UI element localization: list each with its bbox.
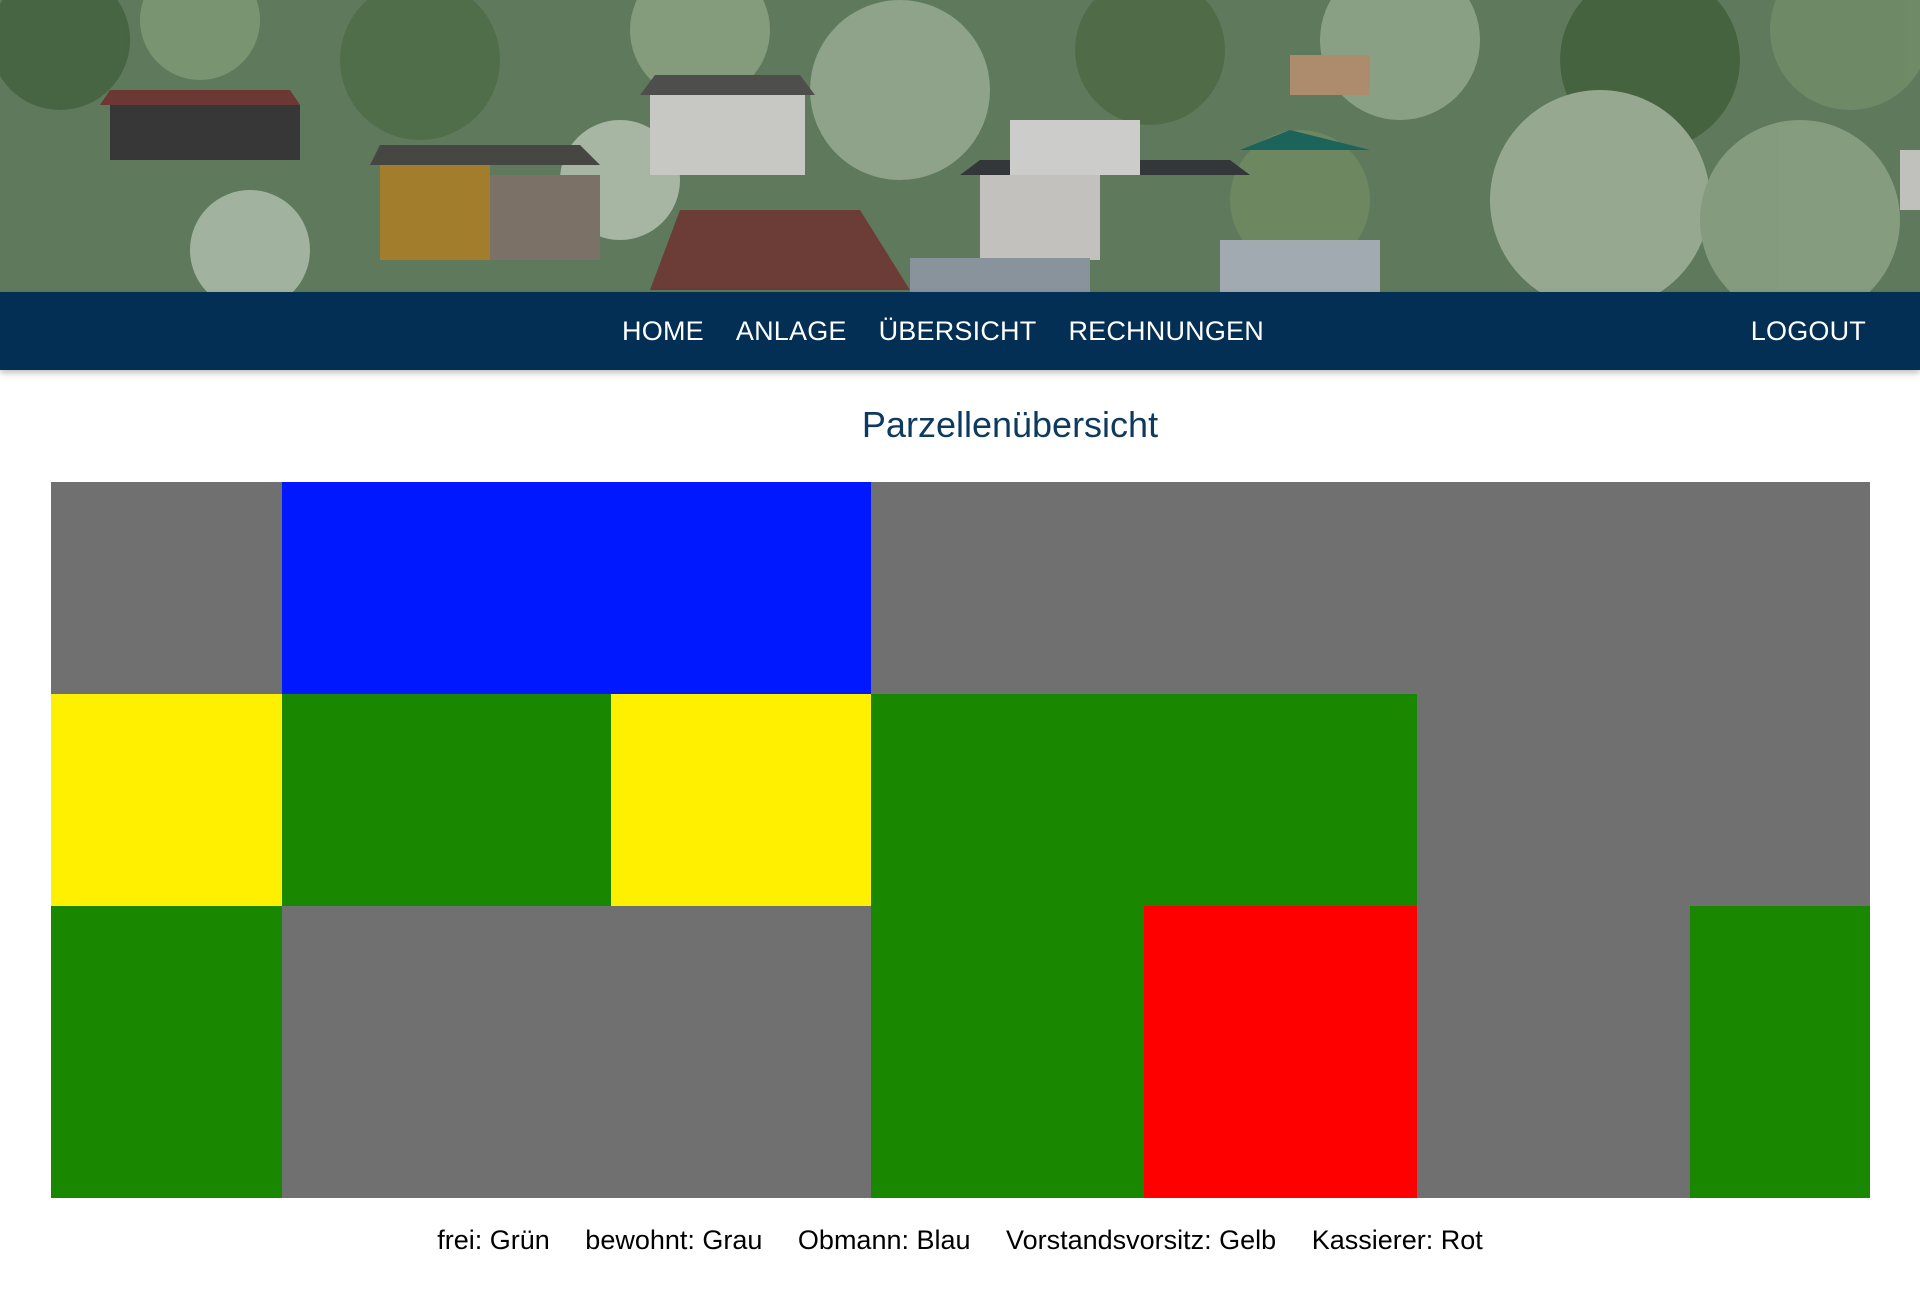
parcel-frei-r2-c4[interactable] xyxy=(871,694,1144,906)
parcel-bewohnt-r1-c6[interactable] xyxy=(1417,482,1690,694)
nav-anlage-link[interactable]: ANLAGE xyxy=(736,316,847,347)
parcel-bewohnt-r1-c5[interactable] xyxy=(1144,482,1417,694)
parcel-bewohnt-r1-c4[interactable] xyxy=(871,482,1144,694)
parcel-bewohnt-r3-c3[interactable] xyxy=(611,906,871,1198)
parcel-frei-r2-c5[interactable] xyxy=(1144,694,1417,906)
parcel-obmann-r1-c2[interactable] xyxy=(282,482,611,694)
legend-item-kassierer: Kassierer: Rot xyxy=(1311,1225,1483,1255)
main-navbar: HOME ANLAGE ÜBERSICHT RECHNUNGEN LOGOUT xyxy=(0,292,1920,370)
nav-uebersicht-link[interactable]: ÜBERSICHT xyxy=(879,316,1037,347)
page-title: Parzellenübersicht xyxy=(861,404,1159,445)
parcel-grid xyxy=(51,482,1870,1198)
parcel-vorstandsvorsitz-r2-c1[interactable] xyxy=(51,694,282,906)
parcel-frei-r3-c7[interactable] xyxy=(1690,906,1870,1198)
nav-rechnungen-link[interactable]: RECHNUNGEN xyxy=(1068,316,1264,347)
header-banner-image xyxy=(0,0,1920,292)
parcel-obmann-r1-c3[interactable] xyxy=(611,482,871,694)
legend-item-obmann: Obmann: Blau xyxy=(797,1225,971,1255)
nav-home-link[interactable]: HOME xyxy=(622,316,704,347)
legend-item-bewohnt: bewohnt: Grau xyxy=(585,1225,763,1255)
legend-item-frei: frei: Grün xyxy=(437,1225,550,1255)
parcel-frei-r3-c4[interactable] xyxy=(871,906,1144,1198)
legend-item-vorstandsvorsitz: Vorstandsvorsitz: Gelb xyxy=(1006,1225,1277,1255)
parcel-bewohnt-r2-c7[interactable] xyxy=(1690,694,1870,906)
allotment-garden-photo xyxy=(0,0,1920,292)
color-legend: frei: Grün bewohnt: Grau Obmann: Blau Vo… xyxy=(0,1225,1920,1256)
parcel-bewohnt-r3-c6[interactable] xyxy=(1417,906,1690,1198)
logout-link[interactable]: LOGOUT xyxy=(1751,292,1866,370)
parcel-frei-r2-c2[interactable] xyxy=(282,694,611,906)
parcel-bewohnt-r2-c6[interactable] xyxy=(1417,694,1690,906)
parcel-frei-r3-c1[interactable] xyxy=(51,906,282,1198)
parcel-kassierer-r3-c5[interactable] xyxy=(1144,906,1417,1198)
nav-links: HOME ANLAGE ÜBERSICHT RECHNUNGEN xyxy=(0,292,1920,370)
parcel-bewohnt-r1-c1[interactable] xyxy=(51,482,282,694)
parcel-bewohnt-r1-c7[interactable] xyxy=(1690,482,1870,694)
parcel-vorstandsvorsitz-r2-c3[interactable] xyxy=(611,694,871,906)
parcel-bewohnt-r3-c2[interactable] xyxy=(282,906,611,1198)
